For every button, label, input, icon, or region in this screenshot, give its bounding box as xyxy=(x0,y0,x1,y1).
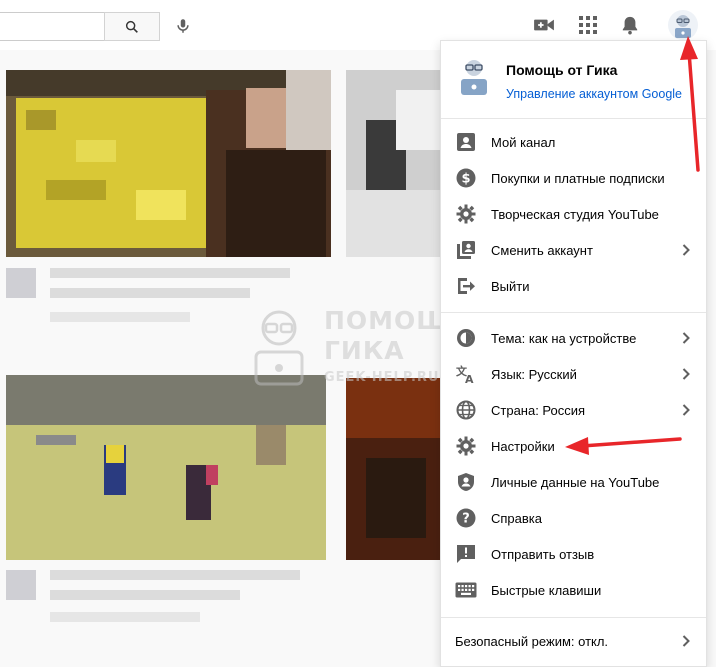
switch-account-icon xyxy=(455,239,477,261)
menu-item-label: Тема: как на устройстве xyxy=(491,330,637,346)
menu-item-label: Отправить отзыв xyxy=(491,546,595,562)
svg-text:$: $ xyxy=(461,172,470,187)
video-thumbnail[interactable] xyxy=(346,70,440,257)
bell-icon xyxy=(622,16,638,35)
video-title-line xyxy=(50,570,300,580)
video-camera-icon xyxy=(534,19,554,31)
menu-item-keyboard-shortcuts[interactable]: Быстрые клавиши xyxy=(441,572,706,608)
apps-icon xyxy=(579,16,597,34)
video-title-line xyxy=(50,268,290,278)
mic-icon xyxy=(177,19,189,33)
video-meta-line xyxy=(50,312,190,322)
menu-item-label: Настройки xyxy=(491,438,555,454)
menu-item-label: Личные данные на YouTube xyxy=(491,474,660,490)
menu-item-help[interactable]: ? Справка xyxy=(441,500,706,536)
help-icon: ? xyxy=(455,507,477,529)
menu-divider xyxy=(441,617,706,618)
gear-icon xyxy=(455,435,477,457)
video-thumbnail[interactable] xyxy=(6,70,331,257)
geek-avatar-icon xyxy=(675,15,691,38)
menu-item-label: Язык: Русский xyxy=(491,366,577,382)
menu-item-settings[interactable]: Настройки xyxy=(441,428,706,464)
video-thumbnail[interactable] xyxy=(346,378,440,560)
channel-avatar xyxy=(6,268,36,298)
feedback-icon xyxy=(455,543,477,565)
search-icon xyxy=(125,20,138,33)
menu-item-safe-mode[interactable]: Безопасный режим: откл. xyxy=(441,623,706,659)
watermark-logo: ПОМОЩЬ ГИКА GEEK-HELP.RU xyxy=(244,304,470,394)
menu-item-my-channel[interactable]: Мой канал xyxy=(441,124,706,160)
video-title-line xyxy=(50,288,250,298)
chevron-right-icon xyxy=(680,404,692,416)
gear-icon xyxy=(455,203,477,225)
svg-text:?: ? xyxy=(462,512,470,527)
chevron-right-icon xyxy=(680,332,692,344)
menu-item-purchases[interactable]: $ Покупки и платные подписки xyxy=(441,160,706,196)
menu-item-switch-account[interactable]: Сменить аккаунт xyxy=(441,232,706,268)
menu-item-label: Мой канал xyxy=(491,134,556,150)
menu-item-country[interactable]: Страна: Россия xyxy=(441,392,706,428)
chevron-right-icon xyxy=(680,244,692,256)
video-title-line xyxy=(50,590,240,600)
menu-item-label: Безопасный режим: откл. xyxy=(455,633,609,649)
account-avatar-icon xyxy=(461,60,487,95)
geek-watermark-icon xyxy=(254,310,304,386)
notifications-button[interactable] xyxy=(618,13,642,37)
search-button[interactable] xyxy=(104,12,160,41)
dollar-icon: $ xyxy=(455,167,477,189)
account-name: Помощь от Гика xyxy=(506,62,618,78)
manage-account-link[interactable]: Управление аккаунтом Google xyxy=(506,87,682,101)
logout-icon xyxy=(455,275,477,297)
menu-item-feedback[interactable]: Отправить отзыв xyxy=(441,536,706,572)
avatar[interactable] xyxy=(668,10,698,40)
account-menu: Помощь от Гика Управление аккаунтом Goog… xyxy=(440,40,707,667)
menu-item-logout[interactable]: Выйти xyxy=(441,268,706,304)
translate-icon: 文A xyxy=(455,363,477,385)
chevron-right-icon xyxy=(680,368,692,380)
account-box-icon xyxy=(455,131,477,153)
menu-item-language[interactable]: 文A Язык: Русский xyxy=(441,356,706,392)
chevron-right-icon xyxy=(680,635,692,647)
menu-item-personal-data[interactable]: Личные данные на YouTube xyxy=(441,464,706,500)
apps-button[interactable] xyxy=(576,13,600,37)
menu-item-label: Творческая студия YouTube xyxy=(491,206,659,222)
watermark-url: GEEK-HELP.RU xyxy=(324,370,440,385)
shield-person-icon xyxy=(455,471,477,493)
menu-item-label: Справка xyxy=(491,510,542,526)
menu-item-theme[interactable]: Тема: как на устройстве xyxy=(441,320,706,356)
menu-item-studio[interactable]: Творческая студия YouTube xyxy=(441,196,706,232)
voice-search-button[interactable] xyxy=(170,12,196,40)
globe-icon xyxy=(455,399,477,421)
menu-item-label: Страна: Россия xyxy=(491,402,586,418)
account-header: Помощь от Гика Управление аккаунтом Goog… xyxy=(441,41,706,118)
menu-item-label: Покупки и платные подписки xyxy=(491,170,665,186)
menu-item-label: Выйти xyxy=(491,278,530,294)
channel-avatar xyxy=(6,570,36,600)
svg-text:A: A xyxy=(465,373,474,384)
menu-item-label: Быстрые клавиши xyxy=(491,582,602,598)
search-input[interactable] xyxy=(0,12,105,41)
menu-divider xyxy=(441,312,706,313)
watermark-line2: ГИКА xyxy=(324,336,405,365)
create-video-button[interactable] xyxy=(532,13,556,37)
menu-item-label: Сменить аккаунт xyxy=(491,242,593,258)
menu-divider xyxy=(441,118,706,119)
keyboard-icon xyxy=(455,579,477,601)
theme-icon xyxy=(455,327,477,349)
video-meta-line xyxy=(50,612,200,622)
video-thumbnail[interactable] xyxy=(6,375,326,560)
